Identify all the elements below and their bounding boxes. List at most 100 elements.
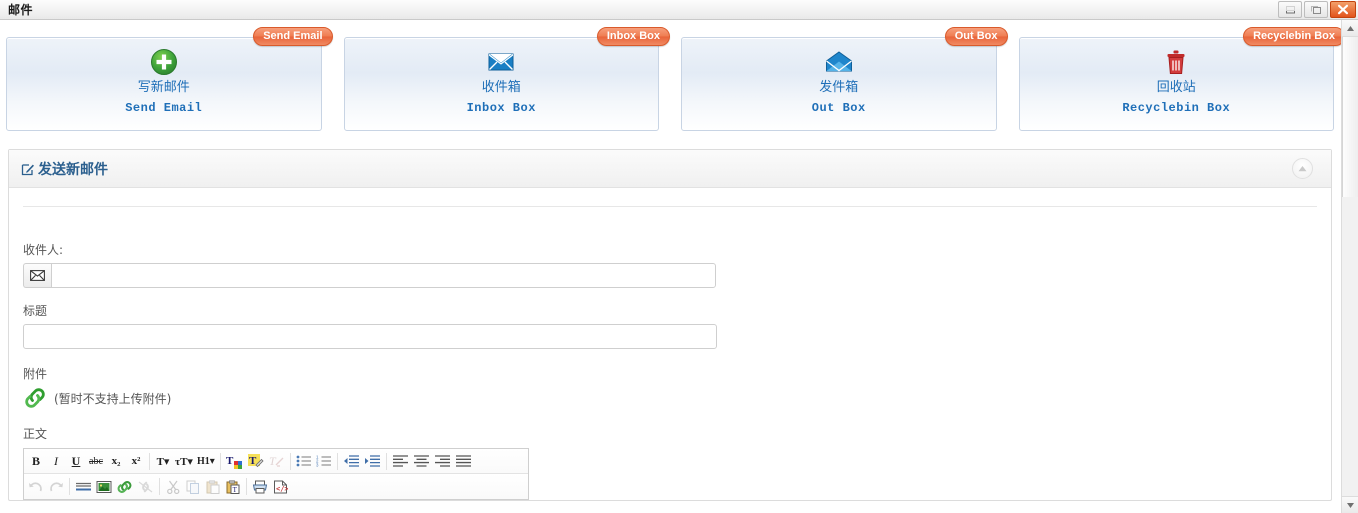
- toolbar-separator: [246, 478, 247, 495]
- align-left-button[interactable]: [390, 451, 411, 471]
- panel-collapse-button[interactable]: [1292, 158, 1313, 179]
- toolbar-separator: [385, 452, 387, 470]
- compose-pencil-icon: [21, 162, 35, 176]
- toolbar-separator: [159, 478, 160, 495]
- nav-label-cn-outbox: 发件箱: [819, 80, 859, 95]
- page-title: 发送新邮件: [38, 161, 108, 178]
- compose-form: 收件人: 标题 附件 (暂时不支持上传附件) 正文 B I U abc x₂ x…: [23, 207, 1317, 500]
- toolbar-group-align: [390, 449, 474, 473]
- align-center-button[interactable]: [411, 451, 432, 471]
- indent-button[interactable]: [362, 451, 383, 471]
- maximize-button[interactable]: [1304, 1, 1328, 18]
- attachment-note: (暂时不支持上传附件): [54, 391, 172, 406]
- window-titlebar: 邮件: [0, 0, 1358, 20]
- heading-button[interactable]: H1▾: [195, 451, 217, 471]
- redo-button[interactable]: [46, 477, 66, 497]
- strikethrough-button[interactable]: abc: [86, 451, 106, 471]
- cut-button[interactable]: [163, 477, 183, 497]
- window-title: 邮件: [8, 3, 34, 17]
- bullet-list-button[interactable]: [294, 451, 314, 471]
- toolbar-group-indent: [341, 449, 383, 473]
- nav-card-recyclebin[interactable]: Recyclebin Box 回收站 Recyclebin Box: [1018, 27, 1345, 131]
- nav-label-cn-send-email: 写新邮件: [137, 80, 190, 95]
- link-chain-icon[interactable]: [23, 387, 47, 409]
- scrollbar-thumb[interactable]: [1342, 37, 1358, 197]
- insert-image-button[interactable]: [94, 477, 114, 497]
- toolbar-separator: [219, 452, 221, 470]
- compose-panel: 发送新邮件 收件人: 标题 附件 (暂时不支持上传附件) 正文 B I U ab…: [8, 149, 1332, 501]
- paste-button[interactable]: [203, 477, 223, 497]
- bold-button[interactable]: B: [26, 451, 46, 471]
- paste-text-button[interactable]: T: [223, 477, 243, 497]
- undo-button[interactable]: [26, 477, 46, 497]
- page-content: Send Email 写新邮件 Send Email Inbox Box 收件箱…: [0, 20, 1345, 513]
- insert-link-button[interactable]: [114, 477, 135, 497]
- plus-circle-icon: [149, 47, 179, 77]
- toolbar-separator: [289, 452, 291, 470]
- nav-label-cn-recyclebin: 回收站: [1156, 80, 1196, 95]
- superscript-button[interactable]: x²: [126, 451, 146, 471]
- envelope-open-icon: [824, 47, 854, 77]
- print-button[interactable]: [250, 477, 270, 497]
- envelope-closed-icon: [486, 47, 516, 77]
- outdent-button[interactable]: [341, 451, 362, 471]
- page-scroll-area: Send Email 写新邮件 Send Email Inbox Box 收件箱…: [0, 20, 1358, 513]
- editor-toolbar-row-2: T </>: [24, 474, 528, 499]
- nav-label-en-inbox: Inbox Box: [466, 101, 536, 115]
- recipient-label: 收件人:: [23, 243, 64, 257]
- toolbar-group-output: </>: [250, 474, 290, 499]
- numbered-list-button[interactable]: 1 2 3: [314, 451, 334, 471]
- svg-text:T: T: [226, 455, 234, 467]
- recipient-field-group: [23, 263, 1317, 288]
- close-button[interactable]: [1330, 1, 1356, 18]
- scroll-up-button[interactable]: [1342, 20, 1358, 37]
- trash-icon: [1161, 47, 1191, 77]
- remove-format-button[interactable]: T: [266, 451, 287, 471]
- nav-badge-send-email: Send Email: [253, 27, 333, 46]
- panel-title-wrap: 发送新邮件: [21, 159, 108, 179]
- italic-button[interactable]: I: [46, 451, 66, 471]
- compose-panel-header: 发送新邮件: [9, 150, 1331, 188]
- subscript-button[interactable]: x₂: [106, 451, 126, 471]
- nav-badge-inbox: Inbox Box: [596, 27, 670, 46]
- nav-card-inbox[interactable]: Inbox Box 收件箱 Inbox Box: [343, 27, 670, 131]
- attachment-label: 附件: [23, 367, 48, 381]
- nav-label-cn-inbox: 收件箱: [481, 80, 521, 95]
- scroll-down-button[interactable]: [1342, 496, 1358, 513]
- svg-text:3: 3: [316, 463, 319, 468]
- recipient-input[interactable]: [51, 263, 716, 288]
- unlink-button[interactable]: [135, 477, 156, 497]
- svg-text:T: T: [269, 454, 277, 468]
- nav-badge-outbox: Out Box: [944, 27, 1008, 46]
- highlight-color-button[interactable]: T: [245, 451, 266, 471]
- toolbar-separator: [69, 478, 70, 495]
- window-controls: [1278, 1, 1356, 18]
- toolbar-group-insert: [73, 474, 156, 499]
- svg-text:</>: </>: [276, 485, 288, 493]
- horizontal-rule-button[interactable]: [73, 477, 94, 497]
- font-size-button[interactable]: τT▾: [173, 451, 195, 471]
- body-label: 正文: [23, 427, 48, 441]
- subject-input[interactable]: [23, 324, 717, 349]
- minimize-button[interactable]: [1278, 1, 1302, 18]
- text-color-button[interactable]: T: [224, 451, 245, 471]
- compose-panel-body: 收件人: 标题 附件 (暂时不支持上传附件) 正文 B I U abc x₂ x…: [9, 206, 1331, 500]
- align-justify-button[interactable]: [453, 451, 474, 471]
- nav-card-send-email[interactable]: Send Email 写新邮件 Send Email: [6, 27, 333, 131]
- svg-text:T: T: [232, 486, 237, 494]
- envelope-icon[interactable]: [23, 263, 51, 288]
- toolbar-group-colors: T T T: [224, 449, 287, 473]
- font-name-button[interactable]: T▾: [153, 451, 173, 471]
- toolbar-group-lists: 1 2 3: [294, 449, 334, 473]
- toolbar-separator: [336, 452, 338, 470]
- toolbar-group-inline: B I U abc x₂ x²: [26, 449, 146, 473]
- nav-card-outbox[interactable]: Out Box 发件箱 Out Box: [681, 27, 1008, 131]
- source-code-button[interactable]: </>: [270, 477, 290, 497]
- align-right-button[interactable]: [432, 451, 453, 471]
- vertical-scrollbar[interactable]: [1341, 20, 1358, 513]
- toolbar-separator: [149, 452, 150, 470]
- nav-label-en-send-email: Send Email: [125, 101, 203, 115]
- toolbar-group-history: [26, 474, 66, 499]
- copy-button[interactable]: [183, 477, 203, 497]
- underline-button[interactable]: U: [66, 451, 86, 471]
